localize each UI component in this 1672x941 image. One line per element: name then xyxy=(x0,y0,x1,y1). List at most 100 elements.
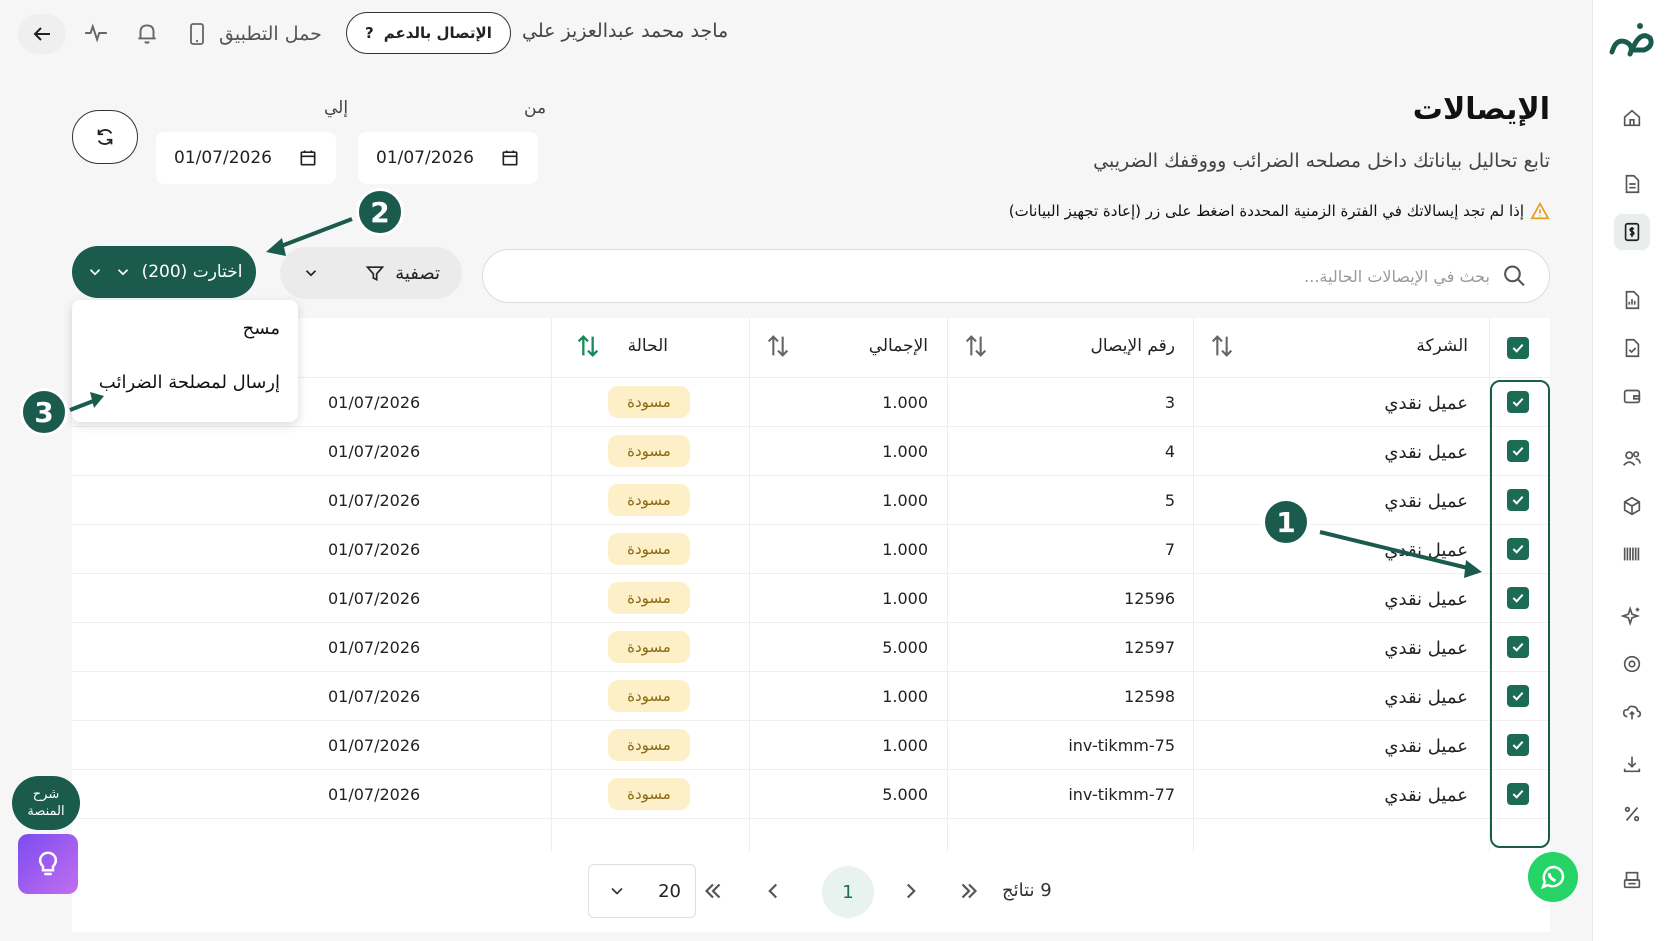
sort-icon[interactable] xyxy=(962,332,990,360)
table-row[interactable]: عميل نقدي 12597 5.000 مسودة 01/07/2026 xyxy=(72,623,1550,672)
next-page-icon[interactable] xyxy=(898,878,924,904)
guide-line-1: شرح xyxy=(32,787,60,802)
row-checkbox[interactable] xyxy=(1507,391,1529,413)
annotation-marker-2: 2 xyxy=(356,188,404,236)
dollar-icon[interactable] xyxy=(1614,214,1650,250)
box-icon[interactable] xyxy=(1614,488,1650,524)
cell-total: 1.000 xyxy=(882,589,928,608)
row-checkbox[interactable] xyxy=(1507,440,1529,462)
search-icon xyxy=(1504,265,1525,287)
phone-icon xyxy=(190,23,204,45)
cell-date: 01/07/2026 xyxy=(328,393,421,412)
support-button[interactable]: الإتصال بالدعم ? xyxy=(346,12,511,54)
home-icon[interactable] xyxy=(1614,100,1650,136)
first-page-icon[interactable] xyxy=(700,878,726,904)
from-date-field[interactable]: 01/07/2026 xyxy=(358,132,538,184)
column-header-status[interactable]: الحالة xyxy=(628,336,668,356)
cell-company: عميل نقدي xyxy=(1384,687,1468,708)
table-row[interactable]: عميل نقدي 12598 1.000 مسودة 01/07/2026 xyxy=(72,672,1550,721)
sparkle-icon[interactable] xyxy=(1614,598,1650,634)
activity-icon[interactable] xyxy=(83,20,109,46)
row-checkbox[interactable] xyxy=(1507,636,1529,658)
whatsapp-icon xyxy=(1540,865,1565,890)
row-checkbox[interactable] xyxy=(1507,734,1529,756)
brand-logo[interactable] xyxy=(1606,16,1656,66)
current-page-button[interactable]: 1 xyxy=(822,866,874,918)
check-icon xyxy=(1512,397,1524,407)
platform-guide-button[interactable]: شرح المنصة xyxy=(12,776,80,830)
row-checkbox[interactable] xyxy=(1507,587,1529,609)
download-icon[interactable] xyxy=(1614,746,1650,782)
row-checkbox[interactable] xyxy=(1507,783,1529,805)
column-header-company[interactable]: الشركة xyxy=(1416,336,1468,356)
to-label: إلي xyxy=(324,98,349,118)
search-bar[interactable] xyxy=(482,249,1550,303)
to-date-value: 01/07/2026 xyxy=(174,148,272,168)
status-badge: مسودة xyxy=(608,631,690,663)
back-button[interactable] xyxy=(18,14,66,54)
cloud-upload-icon[interactable] xyxy=(1614,694,1650,730)
table-row[interactable]: عميل نقدي 7 1.000 مسودة 01/07/2026 xyxy=(72,525,1550,574)
cell-receipt-number: 12598 xyxy=(1124,687,1175,706)
arrow-2-head xyxy=(266,238,286,256)
select-all-checkbox[interactable] xyxy=(1507,337,1529,359)
report-icon[interactable] xyxy=(1614,282,1650,318)
page-size-select[interactable]: 20 xyxy=(588,864,696,918)
pagination: 20 1 9 نتائج xyxy=(72,852,1550,932)
table-row[interactable]: عميل نقدي 12596 1.000 مسودة 01/07/2026 xyxy=(72,574,1550,623)
chevron-down-icon xyxy=(305,270,317,277)
calendar-icon[interactable] xyxy=(500,148,520,168)
bell-icon[interactable] xyxy=(134,20,160,46)
cell-total: 1.000 xyxy=(882,491,928,510)
barcode-icon[interactable] xyxy=(1614,536,1650,572)
cell-company: عميل نقدي xyxy=(1384,785,1468,806)
column-header-receipt-number[interactable]: رقم الإيصال xyxy=(1091,336,1175,356)
cell-company: عميل نقدي xyxy=(1384,589,1468,610)
cell-total: 1.000 xyxy=(882,393,928,412)
check-icon xyxy=(1512,642,1524,652)
search-input[interactable] xyxy=(505,266,1490,286)
sort-icon[interactable] xyxy=(574,332,602,360)
cell-date: 01/07/2026 xyxy=(328,589,421,608)
previous-page-icon[interactable] xyxy=(760,878,786,904)
tips-button[interactable] xyxy=(18,834,78,894)
refresh-button[interactable] xyxy=(72,110,138,164)
whatsapp-button[interactable] xyxy=(1528,852,1578,902)
row-checkbox[interactable] xyxy=(1507,685,1529,707)
support-label: الإتصال بالدعم xyxy=(383,24,492,42)
percent-icon[interactable] xyxy=(1614,796,1650,832)
status-badge: مسودة xyxy=(608,484,690,516)
file-check-icon[interactable] xyxy=(1614,330,1650,366)
download-app-link[interactable]: حمل التطبيق xyxy=(185,14,322,54)
row-checkbox[interactable] xyxy=(1507,489,1529,511)
calendar-icon[interactable] xyxy=(298,148,318,168)
sort-icon[interactable] xyxy=(1208,332,1236,360)
users-icon[interactable] xyxy=(1614,440,1650,476)
last-page-icon[interactable] xyxy=(956,878,982,904)
printer-icon[interactable] xyxy=(1614,862,1650,898)
to-date-field[interactable]: 01/07/2026 xyxy=(156,132,336,184)
wallet-icon[interactable] xyxy=(1614,378,1650,414)
cell-date: 01/07/2026 xyxy=(328,540,421,559)
filter-button[interactable]: تصفية xyxy=(280,247,462,299)
selected-actions-button[interactable]: اختارت (200) xyxy=(72,246,256,298)
document-icon[interactable] xyxy=(1614,166,1650,202)
sort-icon[interactable] xyxy=(764,332,792,360)
status-badge: مسودة xyxy=(608,582,690,614)
cell-receipt-number: inv-tikmm-77 xyxy=(1068,785,1175,804)
status-badge: مسودة xyxy=(608,778,690,810)
warning-message: إذا لم تجد إيسالاتك في الفترة الزمنية ال… xyxy=(1009,202,1550,220)
cell-company: عميل نقدي xyxy=(1384,638,1468,659)
sidebar xyxy=(1592,0,1672,941)
table-row[interactable]: عميل نقدي 4 1.000 مسودة 01/07/2026 xyxy=(72,427,1550,476)
menu-item-clear[interactable]: مسح xyxy=(243,318,280,339)
table-row[interactable]: عميل نقدي 5 1.000 مسودة 01/07/2026 xyxy=(72,476,1550,525)
annotation-marker-3: 3 xyxy=(20,388,68,436)
row-checkbox[interactable] xyxy=(1507,538,1529,560)
cell-company: عميل نقدي xyxy=(1384,540,1468,561)
menu-item-send-to-tax-authority[interactable]: إرسال لمصلحة الضرائب xyxy=(99,372,280,393)
column-header-total[interactable]: الإجمالي xyxy=(869,336,928,356)
table-row[interactable]: عميل نقدي inv-tikmm-75 1.000 مسودة 01/07/202… xyxy=(72,721,1550,770)
settings-icon[interactable] xyxy=(1614,646,1650,682)
table-row[interactable]: عميل نقدي inv-tikmm-77 5.000 مسودة 01/07/202… xyxy=(72,770,1550,819)
